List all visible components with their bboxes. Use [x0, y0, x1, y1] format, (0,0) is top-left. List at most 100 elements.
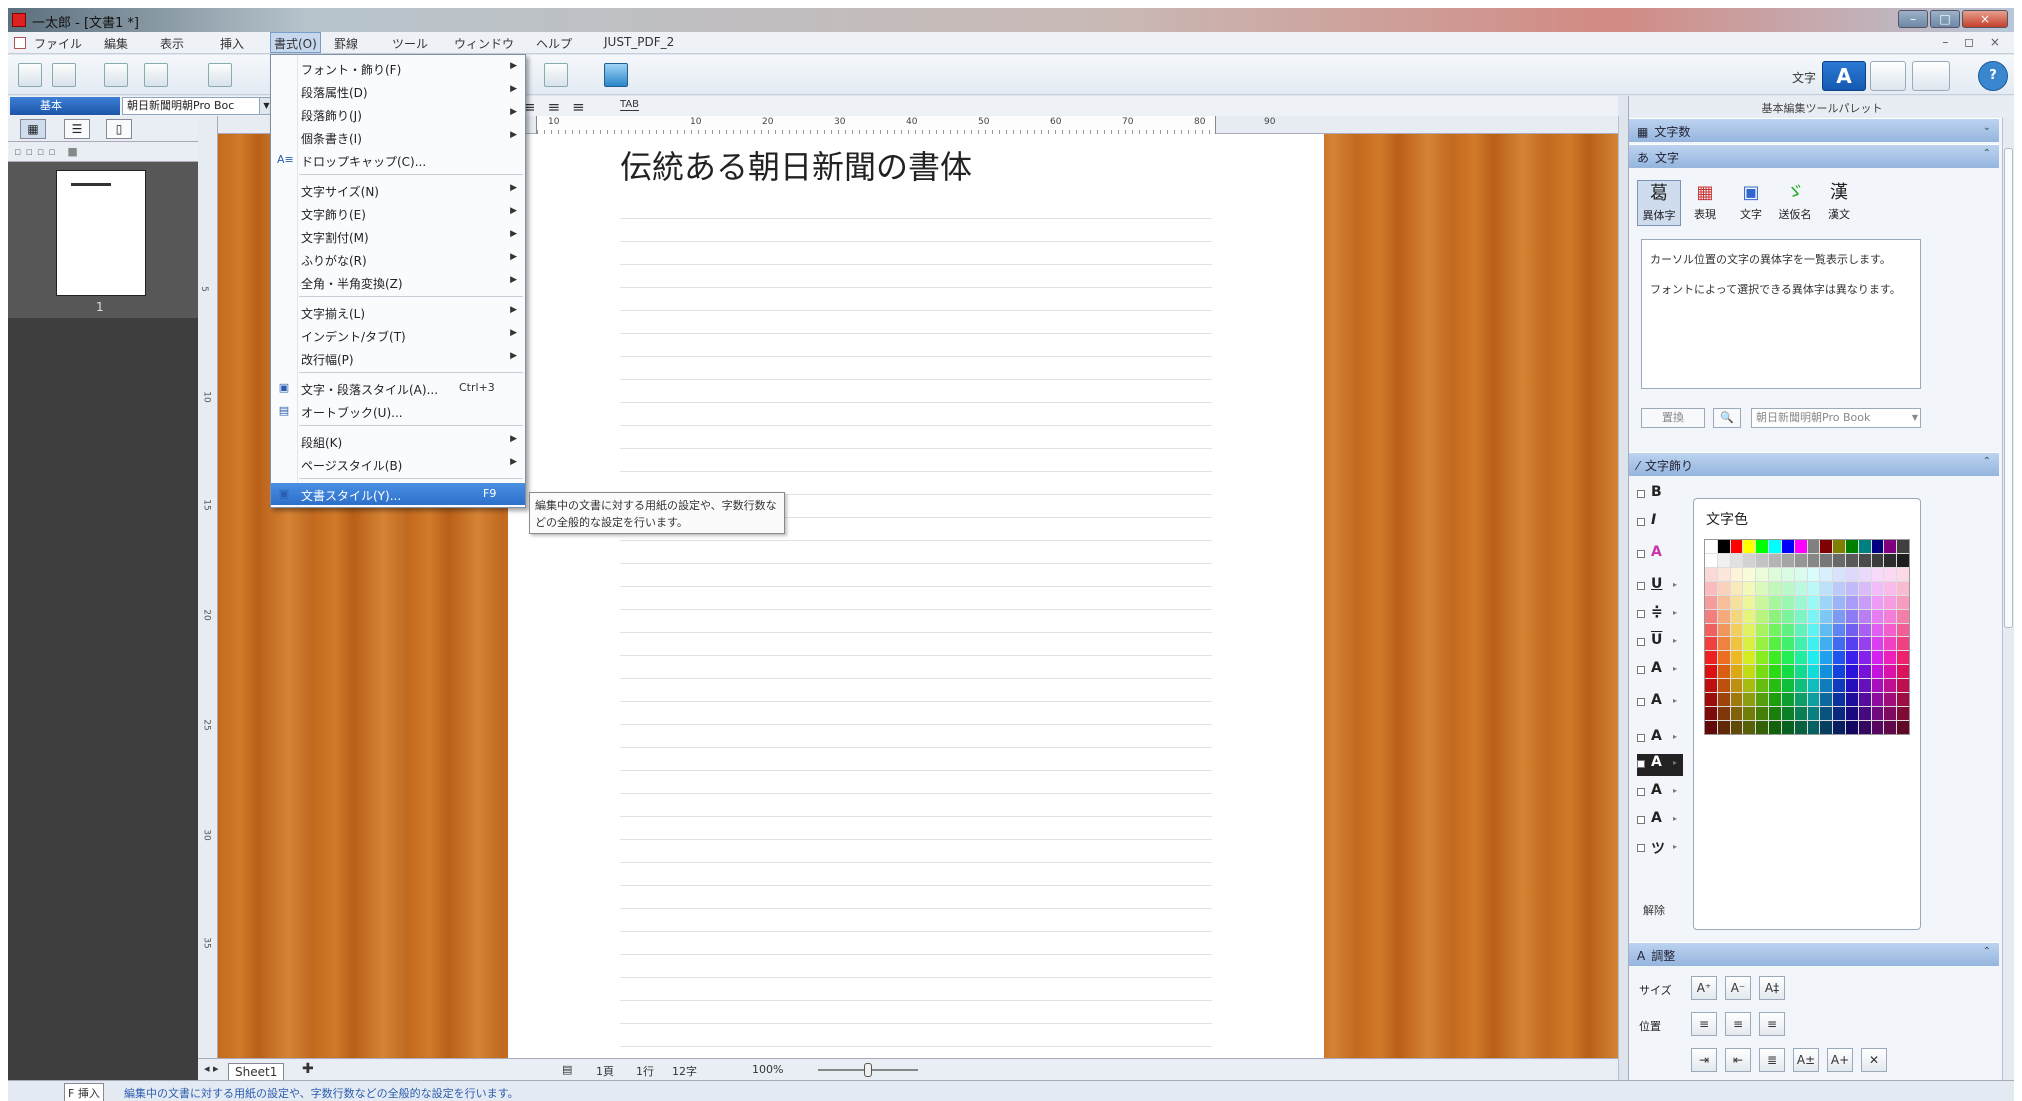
zoom-icon[interactable]	[544, 63, 568, 87]
color-swatch[interactable]	[1743, 595, 1756, 609]
color-swatch[interactable]	[1794, 581, 1807, 595]
close-button[interactable]: ×	[1962, 10, 2008, 28]
color-swatch[interactable]	[1794, 609, 1807, 623]
color-swatch[interactable]	[1807, 567, 1820, 581]
color-swatch[interactable]	[1705, 651, 1717, 665]
color-swatch[interactable]	[1781, 581, 1794, 595]
color-swatch[interactable]	[1858, 707, 1871, 721]
font-shrink-icon[interactable]: A⁻	[1725, 976, 1751, 1000]
color-swatch[interactable]	[1730, 595, 1743, 609]
color-swatch[interactable]	[1730, 707, 1743, 721]
menu-window[interactable]: ウィンドウ	[454, 35, 514, 52]
color-swatch[interactable]	[1705, 693, 1717, 707]
color-swatch[interactable]	[1884, 540, 1897, 553]
sheet-tab[interactable]: Sheet1	[228, 1063, 285, 1081]
overline-icon[interactable]: U ▸	[1637, 632, 1683, 654]
tab-button[interactable]: TAB	[620, 99, 640, 111]
color-swatch[interactable]	[1833, 707, 1845, 721]
color-swatch[interactable]	[1717, 665, 1730, 679]
menu-item-para-attr[interactable]: 段落属性(D) ▶	[271, 80, 525, 102]
color-swatch[interactable]	[1781, 651, 1794, 665]
color-swatch[interactable]	[1820, 567, 1833, 581]
export-icon[interactable]	[144, 63, 168, 87]
color-swatch[interactable]	[1769, 567, 1781, 581]
color-swatch[interactable]	[1717, 567, 1730, 581]
color-swatch[interactable]	[1781, 540, 1794, 553]
color-swatch[interactable]	[1769, 651, 1781, 665]
zoom-slider-thumb[interactable]	[864, 1063, 872, 1077]
menu-help[interactable]: ヘルプ	[536, 35, 572, 52]
color-swatch[interactable]	[1743, 693, 1756, 707]
color-swatch[interactable]	[1743, 567, 1756, 581]
section-adjust[interactable]: A 調整 ⌃	[1629, 942, 1999, 966]
color-swatch[interactable]	[1897, 665, 1909, 679]
color-swatch[interactable]	[1833, 721, 1845, 734]
chevron-up-icon[interactable]: ⌃	[1983, 946, 1991, 957]
color-swatch[interactable]	[1743, 540, 1756, 553]
bold-grow-icon[interactable]: A+	[1827, 1048, 1853, 1072]
color-swatch[interactable]	[1897, 637, 1909, 651]
ruler-active-range[interactable]	[536, 116, 1216, 134]
color-swatch[interactable]	[1769, 637, 1781, 651]
menu-item-auto-book[interactable]: ▤ オートブック(U)...	[271, 400, 525, 422]
underline-icon[interactable]: U ▸	[1637, 576, 1683, 598]
color-swatch[interactable]	[1833, 623, 1845, 637]
color-swatch[interactable]	[1858, 721, 1871, 734]
clear-format-icon[interactable]: ✕	[1861, 1048, 1887, 1072]
color-swatch[interactable]	[1845, 707, 1858, 721]
color-swatch[interactable]	[1833, 595, 1845, 609]
color-swatch[interactable]	[1807, 540, 1820, 553]
color-swatch[interactable]	[1769, 540, 1781, 553]
color-swatch[interactable]	[1705, 553, 1717, 567]
chevron-up-icon[interactable]: ⌃	[1983, 456, 1991, 467]
color-swatch[interactable]	[1756, 595, 1769, 609]
color-swatch[interactable]	[1717, 540, 1730, 553]
color-swatch[interactable]	[1730, 693, 1743, 707]
color-swatch[interactable]	[1858, 581, 1871, 595]
text-color-icon[interactable]: A	[1637, 544, 1683, 566]
color-swatch[interactable]	[1897, 581, 1909, 595]
shadow-icon[interactable]: A ▸	[1637, 728, 1683, 750]
menu-item-char-alloc[interactable]: 文字割付(M) ▶	[271, 225, 525, 247]
expression-button[interactable]: ▦ 表現	[1683, 180, 1727, 226]
color-swatch[interactable]	[1781, 609, 1794, 623]
color-swatch[interactable]	[1871, 567, 1884, 581]
menu-file[interactable]: ファイル	[34, 35, 82, 52]
menu-item-furigana[interactable]: ふりがな(R) ▶	[271, 248, 525, 270]
color-swatch[interactable]	[1781, 595, 1794, 609]
color-swatch[interactable]	[1717, 581, 1730, 595]
color-swatch[interactable]	[1769, 609, 1781, 623]
color-swatch[interactable]	[1807, 609, 1820, 623]
indent-increase-icon[interactable]: ⇥	[1691, 1048, 1717, 1072]
char-button[interactable]: ▣ 文字	[1729, 180, 1773, 226]
italic-icon[interactable]: I	[1637, 512, 1683, 534]
color-swatch[interactable]	[1820, 679, 1833, 693]
color-swatch[interactable]	[1730, 679, 1743, 693]
color-swatch[interactable]	[1897, 567, 1909, 581]
minimize-button[interactable]: –	[1898, 10, 1928, 28]
color-swatch[interactable]	[1705, 595, 1717, 609]
color-swatch[interactable]	[1897, 595, 1909, 609]
color-swatch[interactable]	[1807, 553, 1820, 567]
color-swatch[interactable]	[1871, 651, 1884, 665]
color-swatch[interactable]	[1756, 581, 1769, 595]
indent-decrease-icon[interactable]: ⇤	[1725, 1048, 1751, 1072]
color-swatch[interactable]	[1807, 581, 1820, 595]
color-swatch[interactable]	[1756, 609, 1769, 623]
section-char-deco[interactable]: ⁄ 文字飾り ⌃	[1629, 452, 1999, 476]
color-swatch[interactable]	[1884, 665, 1897, 679]
color-swatch[interactable]	[1717, 679, 1730, 693]
font-selector[interactable]: 朝日新聞明朝Pro Boc ▼	[122, 97, 274, 115]
color-swatch[interactable]	[1794, 623, 1807, 637]
color-swatch[interactable]	[1845, 623, 1858, 637]
color-swatch[interactable]	[1845, 693, 1858, 707]
color-swatch[interactable]	[1794, 637, 1807, 651]
justify-icon[interactable]: ≣	[1759, 1048, 1785, 1072]
color-swatch[interactable]	[1756, 693, 1769, 707]
color-swatch[interactable]	[1871, 693, 1884, 707]
document-page[interactable]: 伝統ある朝日新聞の書体	[508, 134, 1324, 1058]
ruby-icon[interactable]: ツ ▸	[1637, 838, 1683, 860]
color-swatch[interactable]	[1858, 609, 1871, 623]
color-swatch[interactable]	[1730, 553, 1743, 567]
kanbun-button[interactable]: 漢漢文	[1817, 180, 1861, 226]
